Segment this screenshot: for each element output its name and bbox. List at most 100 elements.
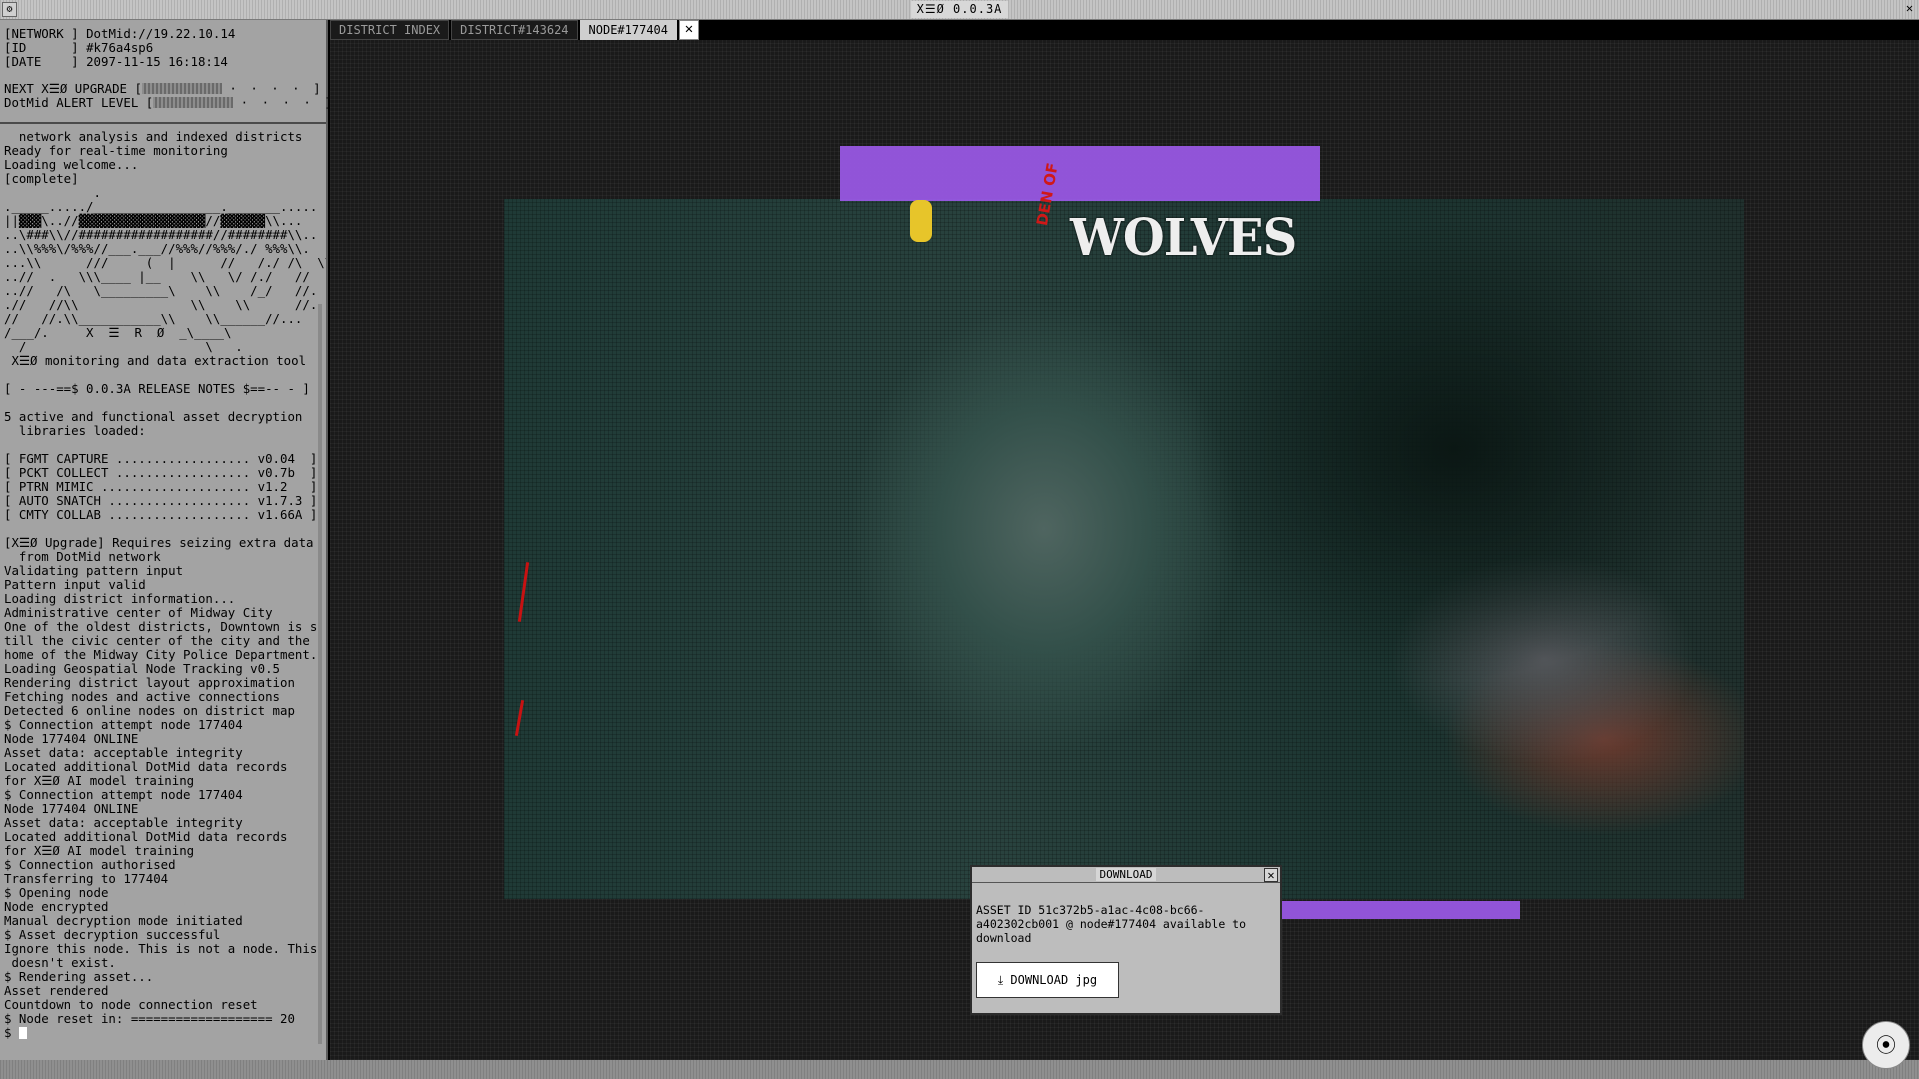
terminal-log-line: ...\\ /// ( | // /./ /\ \\: [4, 255, 326, 270]
network-row: [NETWORK ] DotMid://19.22.10.14: [4, 27, 326, 41]
tab-district-143624[interactable]: DISTRICT#143624: [451, 20, 578, 40]
upgrade-progress-bar: [141, 83, 222, 94]
terminal-log-line: /___/. X ☰ R Ø _\____\: [4, 325, 232, 340]
terminal-log-line: [ AUTO SNATCH ................... v1.7.3…: [4, 493, 318, 508]
terminal-log-line: .: [4, 185, 101, 200]
terminal-panel: [NETWORK ] DotMid://19.22.10.14 [ID ] #k…: [0, 20, 332, 1060]
dialog-close-icon[interactable]: ✕: [1264, 868, 1278, 882]
terminal-log-line: [4, 368, 326, 382]
terminal-header: [NETWORK ] DotMid://19.22.10.14 [ID ] #k…: [0, 20, 332, 124]
terminal-log-line: [X☰Ø Upgrade] Requires seizing extra dat…: [4, 535, 314, 550]
terminal-log-line: libraries loaded:: [4, 423, 146, 438]
terminal-log-line: ..// /\ \_________\ \\ /_/ //.: [4, 283, 318, 298]
terminal-log-line: Detected 6 online nodes on district map: [4, 703, 295, 718]
download-dialog: DOWNLOAD ✕ ASSET ID 51c372b5-a1ac-4c08-b…: [970, 865, 1282, 1015]
terminal-log-line: Transferring to 177404: [4, 871, 169, 886]
terminal-prompt[interactable]: $: [4, 1026, 326, 1040]
id-label: [ID ]: [4, 40, 79, 55]
dialog-title-bar: DOWNLOAD: [972, 867, 1280, 883]
window-title-bar: ⚙ X☰Ø 0.0.3A ✕: [0, 0, 1919, 20]
node-viewport: DEN OF WOLVES DOWNLOAD ✕ ASSET ID 51c372…: [330, 40, 1919, 1060]
terminal-log-line: $ Asset decryption successful: [4, 927, 221, 942]
terminal-log: network analysis and indexed districts Re…: [0, 124, 326, 1044]
date-value: 2097-11-15 16:18:14: [86, 54, 228, 69]
status-bar: [0, 1060, 1919, 1079]
terminal-log-line: ||▓▓▓\..//▓▓▓▓▓▓▓▓▓▓▓▓▓▓▓▓▓//▓▓▓▓▓▓\\...: [4, 213, 303, 228]
terminal-log-line: $ Node reset in: =================== 20: [4, 1011, 295, 1026]
window-title: X☰Ø 0.0.3A: [910, 1, 1009, 18]
image-highlight: [910, 200, 932, 242]
dialog-title: DOWNLOAD: [1095, 868, 1157, 881]
terminal-log-line: ._____...../_________________._______...…: [4, 199, 318, 214]
terminal-log-line: home of the Midway City Police Departmen…: [4, 647, 318, 662]
terminal-log-line: till the civic center of the city and th…: [4, 633, 310, 648]
terminal-log-line: Node encrypted: [4, 899, 109, 914]
asset-title: WOLVES: [1070, 208, 1297, 268]
terminal-log-line: Asset rendered: [4, 983, 109, 998]
alert-label: DotMid ALERT LEVEL [: [4, 95, 154, 110]
terminal-log-lines: network analysis and indexed districts Re…: [4, 130, 326, 1026]
terminal-log-line: [4, 522, 326, 536]
network-value: DotMid://19.22.10.14: [86, 26, 236, 41]
download-jpg-button[interactable]: ⤓ DOWNLOAD jpg: [976, 962, 1119, 998]
terminal-log-line: / \ .: [4, 339, 243, 354]
id-row: [ID ] #k76a4sp6: [4, 41, 326, 55]
terminal-log-line: // //.\\___________\\ \\______//...: [4, 311, 303, 326]
alert-level-bar: [153, 97, 234, 108]
date-row: [DATE ] 2097-11-15 16:18:14: [4, 55, 326, 69]
id-value: #k76a4sp6: [86, 40, 154, 55]
upgrade-label: NEXT X☰Ø UPGRADE [: [4, 81, 142, 96]
terminal-log-line: Located additional DotMid data records: [4, 829, 288, 844]
terminal-log-line: ..\###\\//##################//########\\…: [4, 227, 318, 242]
terminal-log-line: Loading Geospatial Node Tracking v0.5: [4, 661, 281, 676]
tab-district-index[interactable]: DISTRICT INDEX: [330, 20, 450, 40]
menu-icon[interactable]: ⚙: [2, 2, 17, 17]
terminal-log-line: Asset data: acceptable integrity: [4, 745, 243, 760]
terminal-log-line: doesn't exist.: [4, 955, 116, 970]
terminal-log-line: Manual decryption mode initiated: [4, 913, 243, 928]
terminal-log-line: X☰Ø monitoring and data extraction tool: [4, 353, 307, 368]
terminal-log-line: Located additional DotMid data records: [4, 759, 288, 774]
terminal-log-line: Ready for real-time monitoring: [4, 143, 228, 158]
glitch-overlay-bottom: [1282, 901, 1520, 919]
decrypted-asset-image: [504, 199, 1744, 899]
terminal-log-line: for X☰Ø AI model training: [4, 773, 195, 788]
tab-node-177404[interactable]: NODE#177404: [579, 20, 678, 40]
link-icon[interactable]: ⦿: [1862, 1021, 1910, 1069]
terminal-log-line: $ Connection attempt node 177404: [4, 717, 243, 732]
close-tab-icon[interactable]: ✕: [679, 20, 700, 40]
terminal-scrollbar[interactable]: [318, 304, 322, 1044]
terminal-log-line: network analysis and indexed districts: [4, 129, 303, 144]
terminal-log-line: ..\\%%%\/%%%//___.___//%%%//%%%/./ %%%\\…: [4, 241, 310, 256]
terminal-log-line: One of the oldest districts, Downtown is…: [4, 619, 318, 634]
upgrade-bar-tail: · · · · ]: [229, 81, 324, 96]
alert-level-row: DotMid ALERT LEVEL [ · · · · ]: [4, 95, 332, 110]
upgrade-progress-row: NEXT X☰Ø UPGRADE [ · · · · ]: [4, 82, 326, 96]
terminal-log-line: from DotMid network: [4, 549, 161, 564]
terminal-log-line: Validating pattern input: [4, 563, 184, 578]
terminal-log-line: for X☰Ø AI model training: [4, 843, 195, 858]
terminal-log-line: $ Connection attempt node 177404: [4, 787, 243, 802]
terminal-log-line: Loading welcome...: [4, 157, 139, 172]
terminal-log-line: $ Rendering asset...: [4, 969, 154, 984]
terminal-log-line: Pattern input valid: [4, 577, 146, 592]
dialog-message: ASSET ID 51c372b5-a1ac-4c08-bc66- a40230…: [976, 903, 1247, 945]
tab-bar: DISTRICT INDEX DISTRICT#143624 NODE#1774…: [330, 20, 700, 40]
terminal-log-line: Rendering district layout approximation: [4, 675, 295, 690]
glitch-overlay-top: [840, 146, 1320, 201]
terminal-log-line: [ - ---==$ 0.0.3A RELEASE NOTES $==-- - …: [4, 381, 310, 396]
terminal-log-line: $ Opening node: [4, 885, 109, 900]
prompt-symbol: $: [4, 1025, 19, 1040]
close-window-button[interactable]: ✕: [1902, 2, 1917, 17]
terminal-log-line: .// //\\ \\ \\ //..: [4, 297, 325, 312]
terminal-log-line: [4, 396, 326, 410]
terminal-log-line: [ PTRN MIMIC .................... v1.2 ]: [4, 479, 318, 494]
terminal-log-line: $ Connection authorised: [4, 857, 176, 872]
terminal-log-line: [ PCKT COLLECT .................. v0.7b …: [4, 465, 318, 480]
text-cursor: [18, 1027, 27, 1039]
terminal-log-line: ..// . \\\____ |__ \\ \/ /./ //: [4, 269, 310, 284]
terminal-log-line: Fetching nodes and active connections: [4, 689, 281, 704]
terminal-log-line: [ FGMT CAPTURE .................. v0.04 …: [4, 451, 318, 466]
terminal-log-line: Ignore this node. This is not a node. Th…: [4, 941, 318, 956]
terminal-log-line: Administrative center of Midway City: [4, 605, 273, 620]
